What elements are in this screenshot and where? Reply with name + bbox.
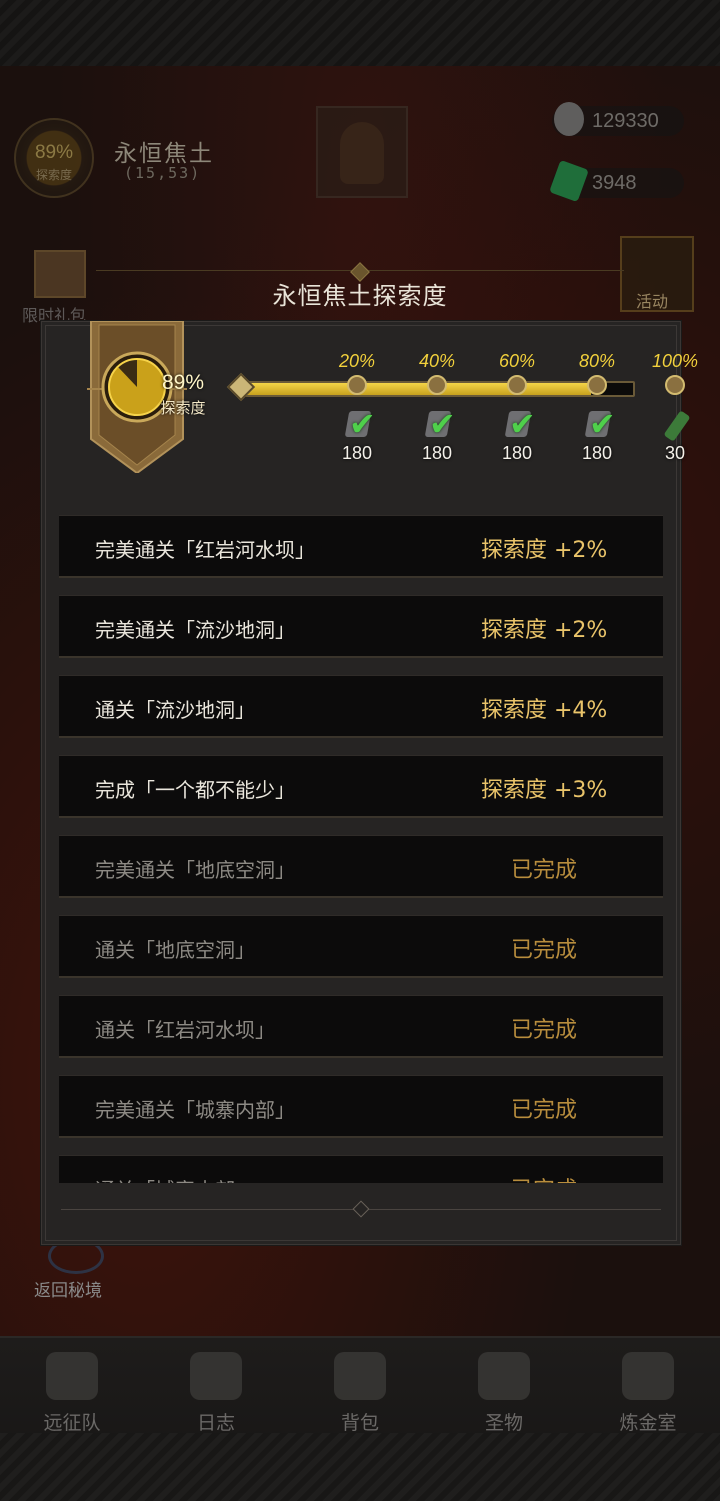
milestone-pct: 20% — [338, 351, 376, 371]
task-status: 已完成 — [511, 858, 578, 883]
task-status: 已完成 — [511, 1018, 578, 1043]
task-status: 已完成 — [511, 1172, 577, 1183]
task-row[interactable]: 完成「一个都不能少」 探索度 +3% — [59, 755, 663, 818]
task-row[interactable]: 通关「流沙地洞」 探索度 +4% — [59, 675, 663, 738]
nav-item-3[interactable]: 背包 — [310, 1352, 410, 1444]
milestone-node — [507, 375, 527, 395]
zone-coords: (15,53) — [124, 164, 202, 182]
return-label: 返回秘境 — [34, 1281, 102, 1301]
milestone-5[interactable]: 100% 30 — [645, 351, 705, 464]
hud-explore-badge[interactable]: 89% 探索度 — [14, 118, 94, 198]
nav-label: 日志 — [196, 1412, 235, 1434]
task-reward: 探索度 +3% — [481, 778, 608, 803]
event-label: 活动 — [636, 292, 669, 311]
milestone-reward[interactable] — [655, 405, 695, 445]
milestone-qty: 30 — [664, 443, 686, 463]
milestone-pct: 80% — [578, 351, 616, 371]
bag-icon — [334, 1352, 386, 1400]
gem-count: 3948 — [592, 172, 637, 194]
zone-name: 永恒焦土 — [114, 141, 214, 167]
task-name: 通关「红岩河水坝」 — [95, 1018, 275, 1042]
task-status: 已完成 — [511, 1098, 578, 1123]
nav-item-2[interactable]: 日志 — [166, 1352, 266, 1444]
gem-resource: 3948 — [549, 159, 684, 203]
milestone-reward[interactable]: ✔ — [417, 405, 457, 445]
milestone-3[interactable]: 60% ✔ 180 — [487, 351, 547, 464]
task-name: 通关「城寨内部」 — [95, 1174, 255, 1183]
nav-label: 圣物 — [484, 1412, 523, 1434]
task-name: 完美通关「流沙地洞」 — [95, 618, 295, 642]
nav-item-4[interactable]: 圣物 — [454, 1352, 554, 1444]
task-name: 完成「一个都不能少」 — [95, 778, 295, 802]
milestone-reward[interactable]: ✔ — [497, 405, 537, 445]
scroll-icon — [190, 1352, 242, 1400]
exploration-modal: 89% 探索度 20% ✔ 180 40% ✔ 180 60% ✔ 180 80% ✔ 180 100%… — [40, 320, 698, 1246]
milestone-qty: 180 — [421, 443, 453, 463]
task-list[interactable]: 完美通关「红岩河水坝」 探索度 +2% 完美通关「流沙地洞」 探索度 +2% 通关「流沙… — [59, 511, 663, 1183]
milestone-node — [347, 375, 367, 395]
milestone-pct: 100% — [651, 351, 699, 371]
task-name: 完美通关「地底空洞」 — [95, 858, 295, 882]
milestone-reward[interactable]: ✔ — [577, 405, 617, 445]
event-button[interactable]: 活动 — [620, 236, 694, 312]
nav-label: 远征队 — [43, 1412, 101, 1434]
task-row[interactable]: 通关「地底空洞」 已完成 — [59, 915, 663, 978]
check-icon: ✔ — [349, 405, 376, 443]
task-row[interactable]: 通关「城寨内部」 已完成 — [59, 1155, 663, 1183]
ore-count: 129330 — [592, 110, 659, 132]
ore-resource: 129330 — [552, 102, 684, 136]
milestone-qty: 180 — [501, 443, 533, 463]
progress-section: 20% ✔ 180 40% ✔ 180 60% ✔ 180 80% ✔ 180 100% 30 — [226, 351, 698, 501]
check-icon: ✔ — [429, 405, 456, 443]
milestone-node — [587, 375, 607, 395]
nav-label: 炼金室 — [619, 1412, 677, 1434]
task-name: 通关「流沙地洞」 — [95, 698, 255, 722]
check-icon: ✔ — [509, 405, 536, 443]
task-reward: 探索度 +4% — [481, 698, 608, 723]
milestone-qty: 180 — [581, 443, 613, 463]
task-row[interactable]: 完美通关「城寨内部」 已完成 — [59, 1075, 663, 1138]
milestone-pct: 40% — [418, 351, 456, 371]
milestone-4[interactable]: 80% ✔ 180 — [567, 351, 627, 464]
hud-explore-pct: 89% — [34, 142, 74, 163]
milestone-1[interactable]: 20% ✔ 180 — [327, 351, 387, 464]
task-name: 完美通关「红岩河水坝」 — [95, 538, 315, 562]
task-name: 通关「地底空洞」 — [95, 938, 255, 962]
nav-label: 背包 — [340, 1412, 379, 1434]
modal-title: 永恒焦土探索度 — [272, 282, 448, 310]
milestone-node — [427, 375, 447, 395]
hooded-figure-icon — [340, 122, 384, 184]
explore-ring-icon — [101, 351, 173, 423]
milestone-reward[interactable]: ✔ — [337, 405, 377, 445]
task-row[interactable]: 完美通关「红岩河水坝」 探索度 +2% — [59, 515, 663, 578]
milestone-2[interactable]: 40% ✔ 180 — [407, 351, 467, 464]
bottom-frame — [0, 1433, 720, 1501]
bottom-nav-bar: 远征队 日志 背包 圣物 炼金室 — [0, 1336, 720, 1501]
milestone-qty: 180 — [341, 443, 373, 463]
helmet-icon — [46, 1352, 98, 1400]
relic-icon — [478, 1352, 530, 1400]
task-status: 已完成 — [511, 938, 578, 963]
milestone-pct: 60% — [498, 351, 536, 371]
task-reward: 探索度 +2% — [481, 618, 608, 643]
hero-portrait[interactable] — [316, 106, 408, 198]
bottom-diamond-ornament — [352, 1200, 370, 1218]
gift-box-icon — [34, 250, 86, 298]
task-row[interactable]: 完美通关「地底空洞」 已完成 — [59, 835, 663, 898]
ore-icon — [554, 102, 584, 136]
green-gem-icon — [663, 410, 691, 442]
task-row[interactable]: 完美通关「流沙地洞」 探索度 +2% — [59, 595, 663, 658]
nav-item-1[interactable]: 远征队 — [22, 1352, 122, 1444]
top-frame — [0, 0, 720, 68]
check-icon: ✔ — [589, 405, 616, 443]
return-portal-button[interactable]: 返回秘境 — [34, 1238, 124, 1304]
task-name: 完美通关「城寨内部」 — [95, 1098, 295, 1122]
milestone-node — [665, 375, 685, 395]
nav-item-5[interactable]: 炼金室 — [598, 1352, 698, 1444]
task-reward: 探索度 +2% — [481, 538, 608, 563]
task-row[interactable]: 通关「红岩河水坝」 已完成 — [59, 995, 663, 1058]
hud-explore-label: 探索度 — [35, 168, 72, 182]
alchemy-icon — [622, 1352, 674, 1400]
